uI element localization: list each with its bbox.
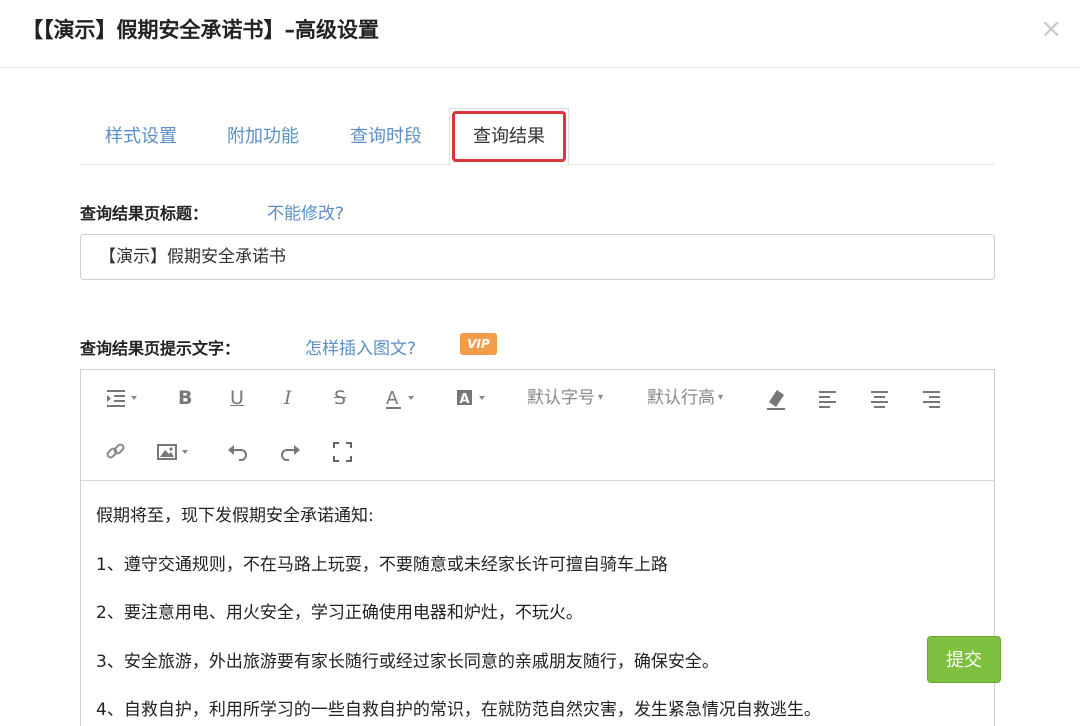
image-icon[interactable] [157, 438, 193, 466]
editor-paragraph: 4、自救自护，利用所学习的一些自救自护的常识，在就防范自然灾害，发生紧急情况自救… [96, 700, 821, 720]
strikethrough-icon[interactable]: S [334, 384, 346, 412]
submit-button[interactable]: 提交 [927, 636, 1001, 683]
editor-paragraph: 3、安全旅游，外出旅游要有家长随行或经过家长同意的亲戚朋友随行，确保安全。 [96, 651, 719, 672]
chevron-down-icon: ▾ [718, 392, 724, 403]
tab-query-period[interactable]: 查询时段 [325, 108, 447, 165]
align-center-icon[interactable] [870, 384, 890, 412]
tab-query-result[interactable]: 查询结果 [449, 108, 569, 166]
vip-badge: VIP [460, 333, 497, 355]
result-tip-label: 查询结果页提示文字： [80, 339, 241, 358]
editor-paragraph: 1、遵守交通规则，不在马路上玩耍，不要随意或未经家长许可擅自骑车上路 [96, 554, 668, 575]
modal-title: 【【演示】假期安全承诺书】–高级设置 [22, 18, 379, 42]
link-icon[interactable] [105, 438, 127, 466]
result-title-label: 查询结果页标题： [80, 204, 209, 223]
align-left-icon[interactable] [818, 384, 838, 412]
bold-icon[interactable]: B [178, 384, 192, 412]
svg-text:A: A [460, 392, 470, 407]
eraser-icon[interactable] [765, 384, 787, 412]
close-icon[interactable]: × [1040, 14, 1062, 44]
editor-paragraph: 2、要注意用电、用火安全，学习正确使用电器和炉灶，不玩火。 [96, 603, 583, 623]
line-height-label: 默认行高 [647, 388, 715, 408]
tab-extra-features[interactable]: 附加功能 [202, 108, 324, 165]
underline-icon[interactable]: U [230, 384, 244, 412]
rich-text-editor: B U I S A A 默认字号 ▾ 默认行高 ▾ 假期将至，现下发假期安全承诺… [80, 369, 995, 726]
font-size-select[interactable]: 默认字号 ▾ [527, 384, 603, 412]
svg-text:A: A [386, 388, 399, 409]
background-color-icon[interactable]: A [456, 384, 490, 412]
indent-icon[interactable] [105, 384, 139, 412]
modal-header: 【【演示】假期安全承诺书】–高级设置 × [0, 0, 1080, 68]
cannot-modify-link[interactable]: 不能修改? [267, 199, 344, 224]
chevron-down-icon: ▾ [598, 392, 604, 403]
font-color-icon[interactable]: A [386, 384, 420, 412]
italic-icon[interactable]: I [284, 384, 292, 412]
align-right-icon[interactable] [922, 384, 942, 412]
tab-style-settings[interactable]: 样式设置 [80, 108, 202, 165]
editor-content[interactable]: 假期将至，现下发假期安全承诺通知: 1、遵守交通规则，不在马路上玩耍，不要随意或… [81, 482, 994, 726]
tab-bar: 样式设置 附加功能 查询时段 查询结果 [80, 108, 995, 166]
editor-toolbar: B U I S A A 默认字号 ▾ 默认行高 ▾ [81, 370, 994, 481]
result-title-input[interactable]: 【演示】假期安全承诺书 [80, 234, 995, 280]
undo-icon[interactable] [227, 438, 249, 466]
editor-paragraph: 假期将至，现下发假期安全承诺通知: [96, 506, 374, 526]
how-insert-image-link[interactable]: 怎样插入图文? [305, 334, 416, 359]
fullscreen-icon[interactable] [332, 438, 354, 466]
font-size-label: 默认字号 [527, 388, 595, 408]
redo-icon[interactable] [279, 438, 301, 466]
line-height-select[interactable]: 默认行高 ▾ [647, 384, 723, 412]
